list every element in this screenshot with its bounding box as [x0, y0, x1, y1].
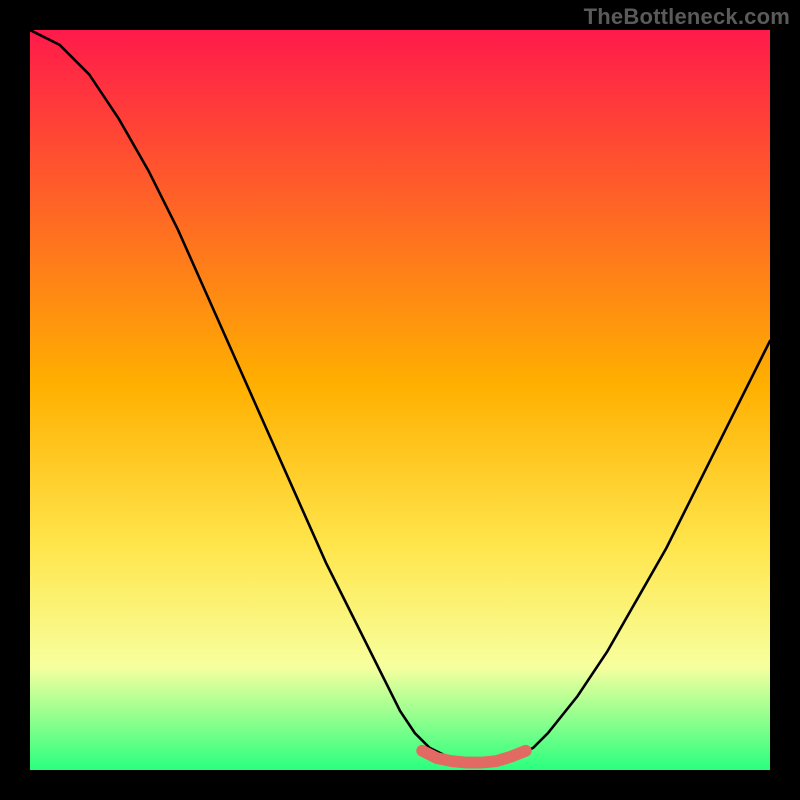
bottleneck-chart: [30, 30, 770, 770]
watermark-text: TheBottleneck.com: [584, 4, 790, 30]
plot-background: [30, 30, 770, 770]
chart-frame: TheBottleneck.com: [0, 0, 800, 800]
